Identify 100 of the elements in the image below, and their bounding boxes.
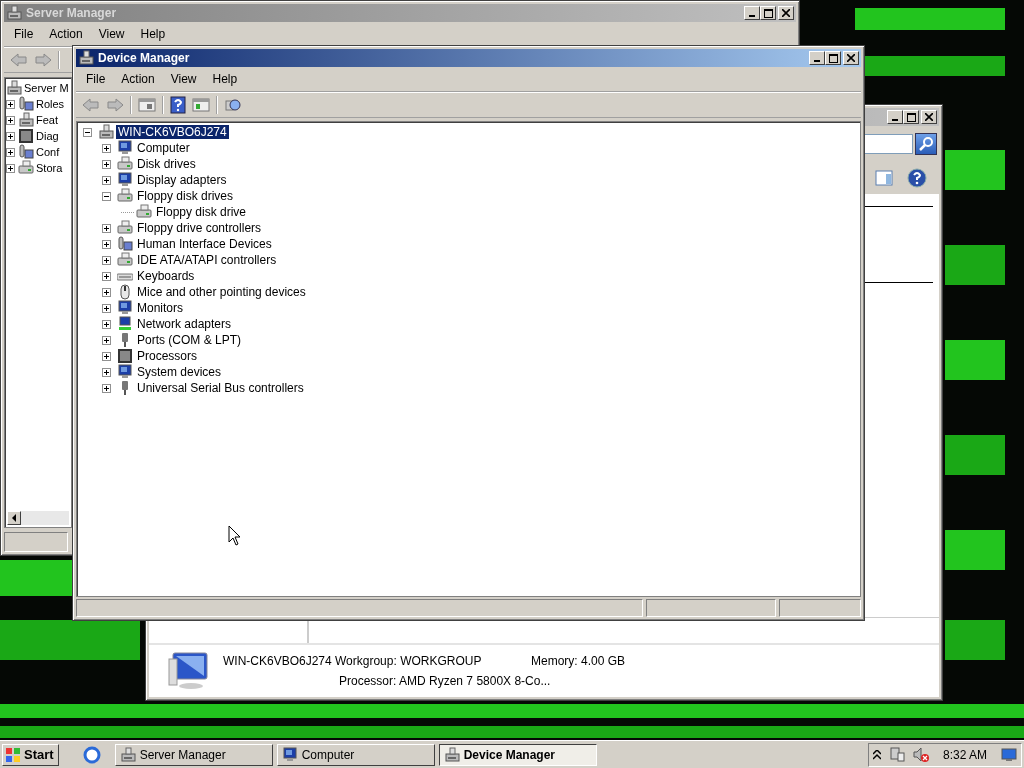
tree-item[interactable]: Floppy drive controllers [135, 221, 264, 235]
maximize-icon [763, 8, 773, 18]
expand-toggle[interactable] [102, 367, 111, 377]
scan-hardware-icon[interactable] [224, 97, 242, 113]
tree-item[interactable]: Diag [35, 129, 60, 143]
status-bar-panel [4, 532, 68, 552]
memory-text: Memory: 4.00 GB [531, 654, 626, 668]
expand-toggle[interactable] [6, 147, 15, 157]
tree-item[interactable]: System devices [135, 365, 224, 379]
collapse-toggle[interactable] [83, 127, 92, 137]
monitor-icon [117, 300, 133, 316]
tree-item[interactable]: Disk drives [135, 157, 198, 171]
drive-icon [117, 156, 133, 172]
expand-toggle[interactable] [102, 159, 111, 169]
tree-item[interactable]: Ports (COM & LPT) [135, 333, 243, 347]
scroll-left-button[interactable] [7, 511, 21, 525]
menu-item[interactable]: Help [204, 71, 246, 87]
mouse-icon [117, 284, 133, 300]
tree-item[interactable]: Display adapters [135, 173, 229, 187]
chip-icon [18, 128, 34, 144]
tree-item[interactable]: Floppy disk drives [135, 189, 236, 203]
taskbar-button[interactable]: Server Manager [114, 743, 273, 766]
menu-item[interactable]: File [78, 71, 114, 87]
tree-item[interactable]: IDE ATA/ATAPI controllers [135, 253, 279, 267]
tree-item[interactable]: WIN-CK6VBO6J274 [116, 125, 229, 139]
taskbar-button[interactable]: Device Manager [438, 743, 597, 766]
chip-icon [117, 348, 133, 364]
tree-item[interactable]: Universal Serial Bus controllers [135, 381, 306, 395]
expand-toggle[interactable] [102, 335, 111, 345]
expand-toggle[interactable] [102, 255, 111, 265]
browser-icon[interactable] [82, 745, 101, 764]
menu-item[interactable]: View [90, 26, 133, 42]
computer-name: WIN-CK6VBO6J274 [223, 654, 333, 668]
network-icon[interactable] [888, 746, 905, 763]
expand-toggle[interactable] [102, 383, 111, 393]
taskbar-button[interactable]: Computer [276, 743, 435, 766]
expand-toggle[interactable] [102, 303, 111, 313]
expand-toggle[interactable] [6, 115, 15, 125]
left-triangle-icon [11, 514, 17, 522]
menu-item[interactable]: Action [41, 26, 91, 42]
tree-item[interactable]: Server M [23, 81, 70, 95]
network-icon [117, 316, 133, 332]
close-icon [782, 9, 790, 17]
start-button[interactable]: Start [2, 743, 59, 766]
console-tree-icon[interactable] [138, 97, 156, 113]
menu-item[interactable]: View [162, 71, 205, 87]
tree-item[interactable]: Roles [35, 97, 66, 111]
close-icon [925, 113, 933, 121]
menu-item[interactable]: Help [132, 26, 174, 42]
maximize-button[interactable] [825, 51, 841, 65]
help-icon[interactable] [907, 168, 927, 188]
menu-item[interactable]: File [6, 26, 42, 42]
drive-icon [117, 188, 133, 204]
tree-item[interactable]: Mice and other pointing devices [135, 285, 308, 299]
device-icon [18, 144, 34, 160]
expand-toggle[interactable] [102, 287, 111, 297]
close-button[interactable] [843, 51, 859, 65]
device-icon [18, 96, 34, 112]
minimize-button[interactable] [809, 51, 825, 65]
workgroup-text: Workgroup: WORKGROUP [335, 654, 483, 668]
window-title: Device Manager [98, 51, 190, 65]
monitor-icon [281, 746, 298, 763]
expand-toggle[interactable] [102, 239, 111, 249]
tree-item[interactable]: Computer [135, 141, 192, 155]
maximize-icon [828, 53, 838, 63]
tree-item[interactable]: Conf [35, 145, 61, 159]
processor-text: Processor: AMD Ryzen 7 5800X 8-Co... [339, 674, 551, 688]
search-icon [918, 136, 934, 152]
expand-toggle[interactable] [6, 131, 15, 141]
search-button[interactable] [915, 133, 937, 155]
mouse-cursor-icon [228, 525, 241, 546]
menu-item[interactable]: Action [113, 71, 163, 87]
device-icon [117, 236, 133, 252]
close-icon [847, 54, 855, 62]
drive-icon [117, 220, 133, 236]
help-icon[interactable] [170, 96, 186, 114]
tree-item[interactable]: Monitors [135, 301, 185, 315]
tree-item[interactable]: Processors [135, 349, 200, 363]
windows-logo-icon [5, 746, 21, 763]
volume-muted-icon[interactable] [912, 746, 929, 763]
expand-toggle[interactable] [102, 223, 111, 233]
tree-item[interactable]: Floppy disk drive [154, 205, 249, 219]
tree-item[interactable]: Network adapters [135, 317, 234, 331]
drive-icon [136, 204, 152, 220]
expand-toggle[interactable] [102, 319, 111, 329]
expand-toggle[interactable] [6, 99, 15, 109]
tree-item[interactable]: Feat [35, 113, 59, 127]
expand-toggle[interactable] [102, 175, 111, 185]
expand-toggle[interactable] [102, 351, 111, 361]
tree-item[interactable]: Stora [35, 161, 64, 175]
expand-toggle[interactable] [6, 163, 15, 173]
expand-toggle[interactable] [102, 143, 111, 153]
drive-icon [18, 160, 34, 176]
collapse-toggle[interactable] [102, 191, 111, 201]
tree-item[interactable]: Human Interface Devices [135, 237, 274, 251]
properties-icon[interactable] [192, 97, 210, 113]
desktop-icon[interactable] [1001, 747, 1017, 762]
tree-item[interactable]: Keyboards [135, 269, 197, 283]
chevron-up-icon[interactable] [872, 749, 881, 760]
expand-toggle[interactable] [102, 271, 111, 281]
